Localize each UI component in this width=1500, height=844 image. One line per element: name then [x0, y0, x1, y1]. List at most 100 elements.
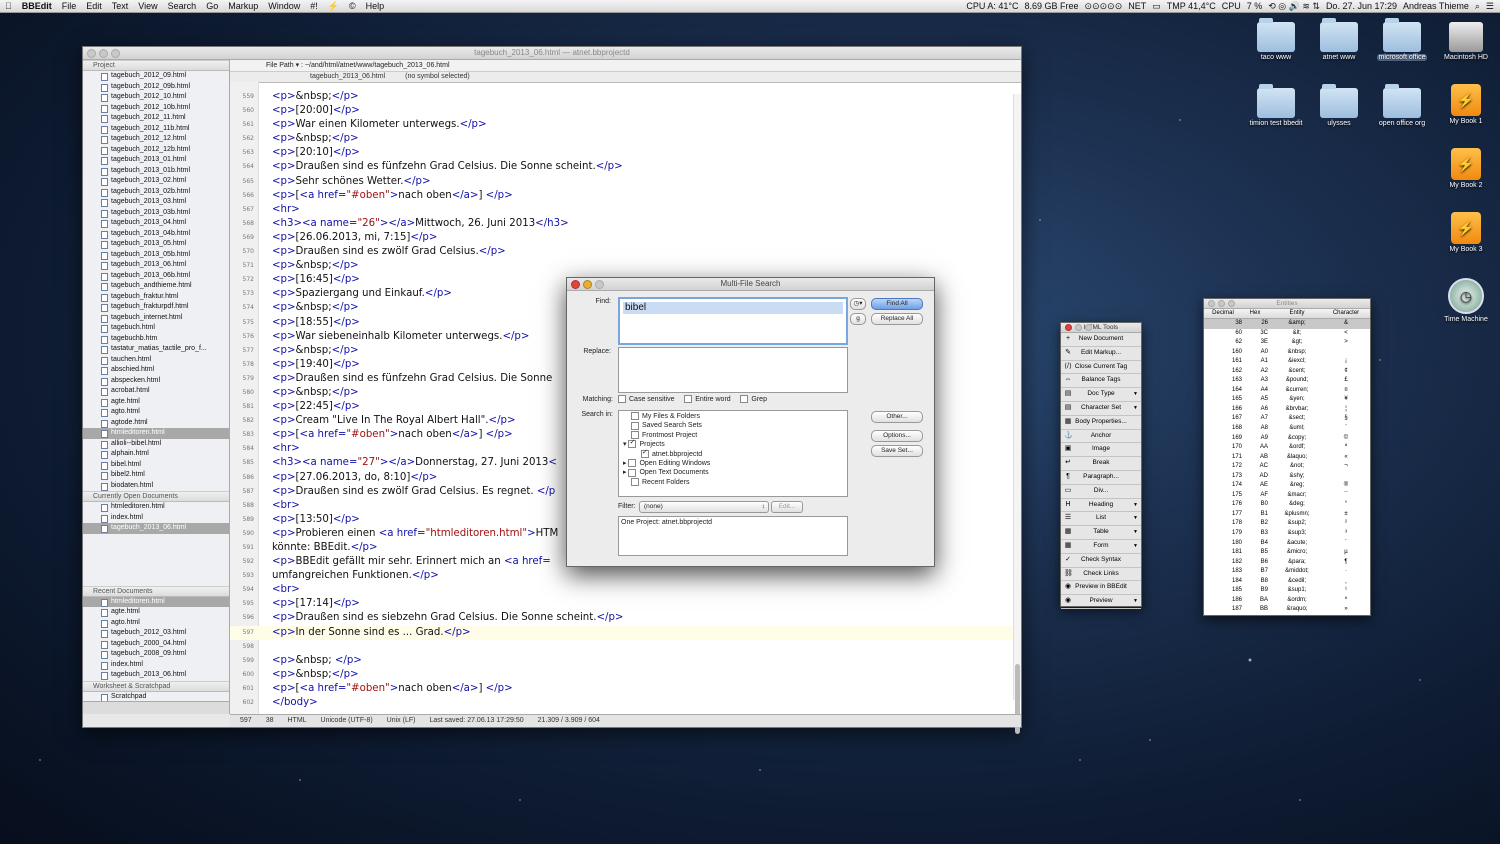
window-titlebar[interactable]: tagebuch_2013_06.html — atnet.bbprojectd [83, 47, 1021, 60]
entity-row[interactable]: 172 AC &not; ¬ [1204, 462, 1370, 472]
history-popup-icon[interactable]: ◷▾ [850, 298, 866, 310]
file-list-item[interactable]: tagebuch_frakturpdf.html [83, 302, 229, 313]
file-list-item[interactable]: tagebuch_2012_12.html [83, 134, 229, 145]
code-line[interactable]: 564 <p>Draußen sind es fünfzehn Grad Cels… [230, 160, 1013, 174]
file-list-item[interactable]: agto.html [83, 618, 229, 629]
case-sensitive-checkbox[interactable]: Case sensitive [618, 395, 675, 403]
code-line[interactable]: 563 <p>[20:10]</p> [230, 146, 1013, 160]
entity-row[interactable]: 188BC&frac14;¼ [1204, 615, 1370, 616]
menu-shebang[interactable]: #! [305, 0, 323, 12]
file-list-item[interactable]: bibel2.html [83, 470, 229, 481]
file-list-item[interactable]: tagebuch_2012_10.html [83, 92, 229, 103]
desktop-icon-my-book-2[interactable]: ⚡ My Book 2 [1436, 148, 1496, 189]
entity-row[interactable]: 170 AA &ordf; ª [1204, 443, 1370, 453]
entity-row[interactable]: 166 A6 &brvbar; ¦ [1204, 405, 1370, 415]
file-list-item[interactable]: tagebuch_2013_01.html [83, 155, 229, 166]
menu-go[interactable]: Go [201, 0, 223, 12]
code-line[interactable]: 567 <hr> [230, 203, 1013, 217]
file-list-item[interactable]: acrobat.html [83, 386, 229, 397]
desktop-icon-taco-www[interactable]: taco www [1246, 18, 1306, 61]
minimize-palette-icon[interactable] [1075, 324, 1082, 331]
file-list-item[interactable]: tagebuch_andthieme.html [83, 281, 229, 292]
file-list-item[interactable]: tagebuch_2013_06.html [83, 260, 229, 271]
source-projects[interactable]: ▾ Projects [619, 438, 847, 449]
dialog-titlebar[interactable]: Multi-File Search [567, 278, 934, 291]
battery-icon[interactable]: ▭ [1152, 0, 1161, 12]
grep-pattern-button[interactable]: g [850, 313, 866, 325]
file-list-item[interactable]: tagebuch_2013_05.html [83, 239, 229, 250]
code-line[interactable]: 566 <p>[<a href="#oben">nach oben</a>] </… [230, 189, 1013, 203]
file-list-item[interactable]: biodaten.html [83, 481, 229, 492]
col-hex[interactable]: Hex [1242, 309, 1268, 318]
file-list-item[interactable]: tagebuch_fraktur.html [83, 292, 229, 303]
html-tool-check-links[interactable]: ⛓ Check Links [1061, 568, 1141, 582]
minimize-entities-icon[interactable] [1218, 300, 1225, 307]
file-list-item[interactable]: tagebuch_2012_11b.html [83, 124, 229, 135]
code-line[interactable]: 594 <br> [230, 583, 1013, 597]
file-list-item[interactable]: tagebuch_internet.html [83, 313, 229, 324]
html-tool-check-syntax[interactable]: ✓ Check Syntax [1061, 554, 1141, 568]
cpu-temp-status[interactable]: CPU A: 41°C [966, 0, 1018, 12]
html-tool-div[interactable]: ▭ Div... [1061, 485, 1141, 499]
edit-filter-button[interactable]: Edit... [771, 501, 803, 513]
desktop-icon-macintosh-hd[interactable]: Macintosh HD [1436, 22, 1496, 61]
file-list-item[interactable]: tastatur_matias_tactile_pro_f... [83, 344, 229, 355]
close-window-icon[interactable] [87, 49, 96, 58]
status-encoding[interactable]: Unicode (UTF-8) [321, 715, 373, 727]
desktop-icon-ulysses[interactable]: ulysses [1309, 84, 1369, 127]
copyright-menu-icon[interactable]: © [344, 0, 361, 12]
menu-markup[interactable]: Markup [223, 0, 263, 12]
file-list-item[interactable]: tagebuchb.htm [83, 334, 229, 345]
menu-search[interactable]: Search [163, 0, 202, 12]
desktop-icon-my-book-1[interactable]: ⚡ My Book 1 [1436, 84, 1496, 125]
menu-window[interactable]: Window [263, 0, 305, 12]
disclosure-open-icon[interactable]: ▾ [623, 441, 627, 448]
spotlight-icon[interactable]: ⌕ [1475, 0, 1480, 12]
other-button[interactable]: Other... [871, 411, 923, 423]
html-tool-table[interactable]: ▦ Table ▼ [1061, 526, 1141, 540]
status-language[interactable]: HTML [287, 715, 306, 727]
menubar-extras-icons[interactable]: ⟲ ◎ 🔊 ≋ ⇅ [1268, 0, 1320, 12]
html-tool-new-document[interactable]: + New Document [1061, 333, 1141, 347]
open-docs-section-header[interactable]: Currently Open Documents [83, 491, 229, 502]
desktop-icon-atnet-www[interactable]: atnet www [1309, 18, 1369, 61]
file-list-item[interactable]: tagebuch_2012_10b.html [83, 103, 229, 114]
apple-menu-icon[interactable]:  [0, 0, 17, 12]
grep-checkbox[interactable]: Grep [740, 395, 767, 403]
file-list-item[interactable]: agtode.html [83, 418, 229, 429]
code-line[interactable]: 601 <p>[<a href="#oben">nach oben</a>] </… [230, 682, 1013, 696]
code-line[interactable]: 568 <h3><a name="26"></a>Mittwoch, 26. Ju… [230, 217, 1013, 231]
menu-help[interactable]: Help [361, 0, 390, 12]
code-line[interactable]: 560 <p>[20:00]</p> [230, 104, 1013, 118]
html-tool-preview[interactable]: ◉ Preview ▼ [1061, 595, 1141, 609]
code-line[interactable]: 602 </body> [230, 696, 1013, 710]
file-list-item[interactable]: tagebuch_2013_06.html [83, 523, 229, 534]
entity-row[interactable]: 168 A8 &uml; ¨ [1204, 424, 1370, 434]
project-section-header[interactable]: Project [83, 60, 229, 71]
file-list-item[interactable]: tagebuch_2000_04.html [83, 639, 229, 650]
file-list-item[interactable]: tagebuch_2012_03.html [83, 628, 229, 639]
cpu-percent[interactable]: 7 % [1247, 0, 1263, 12]
desktop-icon-time-machine[interactable]: ◷ Time Machine [1436, 278, 1496, 323]
script-menu-icon[interactable]: ⚡ [323, 0, 344, 12]
entity-row[interactable]: 165 A5 &yen; ¥ [1204, 395, 1370, 405]
file-list-item[interactable]: allioli--bibel.html [83, 439, 229, 450]
cpu-status[interactable]: CPU [1222, 0, 1241, 12]
file-list-item[interactable]: index.html [83, 660, 229, 671]
html-tool-paragraph[interactable]: ¶ Paragraph... [1061, 471, 1141, 485]
file-list-item[interactable]: abschied.html [83, 365, 229, 376]
entity-row[interactable]: 167 A7 &sect; § [1204, 414, 1370, 424]
html-tool-balance-tags[interactable]: ⇔ Balance Tags [1061, 374, 1141, 389]
entity-row[interactable]: 187 BB &raquo; » [1204, 605, 1370, 615]
entity-row[interactable]: 177 B1 &plusmn; ± [1204, 510, 1370, 520]
source-my-files[interactable]: My Files & Folders [619, 412, 847, 421]
entity-row[interactable]: 186 BA &ordm; º [1204, 596, 1370, 606]
entity-row[interactable]: 171 AB &laquo; « [1204, 453, 1370, 463]
find-all-button[interactable]: Find All [871, 298, 923, 310]
entity-row[interactable]: 184 B8 &cedil; ¸ [1204, 577, 1370, 587]
code-line[interactable]: 571 <p>&nbsp;</p> [230, 259, 1013, 273]
entity-row[interactable]: 161 A1 &iexcl; ¡ [1204, 357, 1370, 367]
code-line[interactable]: 593 umfangreichen Funktionen.</p> [230, 569, 1013, 583]
html-tool-break[interactable]: ↵ Break [1061, 457, 1141, 471]
menu-file[interactable]: File [57, 0, 82, 12]
